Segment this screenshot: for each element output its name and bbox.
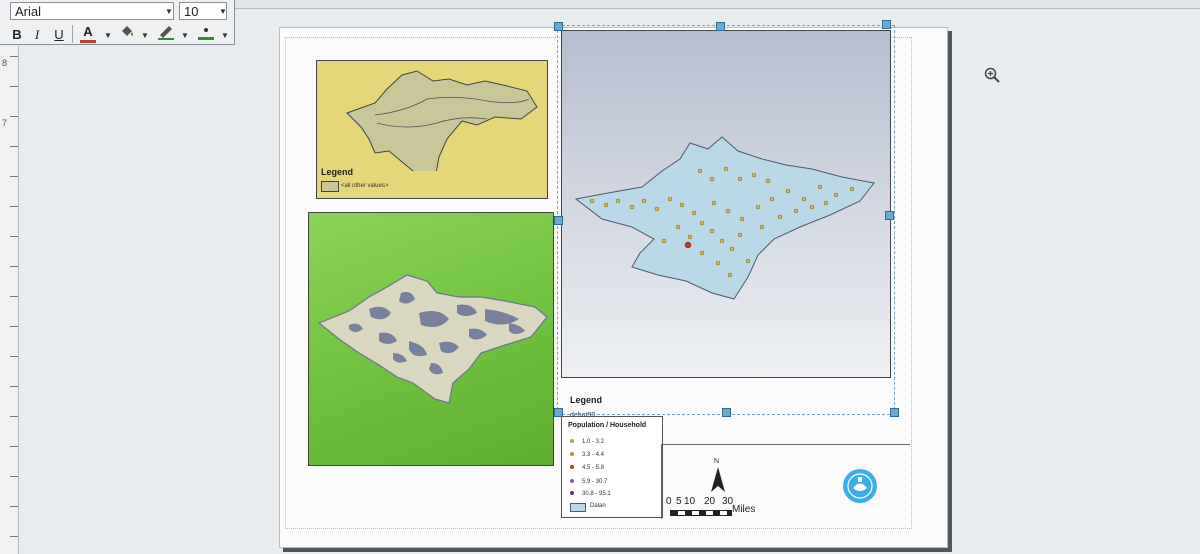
- scale-bar[interactable]: [670, 510, 732, 516]
- chevron-down-icon[interactable]: ▼: [181, 31, 189, 40]
- boundary-map: [346, 70, 538, 171]
- font-size-value: 10: [184, 4, 199, 19]
- resize-handle[interactable]: [722, 408, 731, 417]
- draw-toolbar: Arial ▼ 10 ▼ B I U A ▼ ▼ ▼ ▼: [0, 0, 235, 45]
- legend-title: Legend: [321, 167, 354, 177]
- legend-area-label: Dalan: [590, 503, 606, 509]
- university-seal-icon[interactable]: [842, 468, 878, 509]
- legend-class-row: 4.5 - 5.8: [570, 465, 604, 471]
- map-frame-boundary[interactable]: Legend <all other values>: [316, 60, 548, 199]
- selection-box: [557, 25, 895, 415]
- resize-handle[interactable]: [554, 22, 563, 31]
- map-frame-landuse[interactable]: [308, 212, 554, 466]
- font-name-select[interactable]: Arial: [10, 2, 174, 20]
- vertical-ruler: 8 7: [0, 46, 19, 554]
- resize-handle[interactable]: [885, 211, 894, 220]
- resize-handle[interactable]: [890, 408, 899, 417]
- marker-color-button[interactable]: [196, 24, 216, 44]
- legend-area-swatch: [570, 503, 586, 512]
- underline-button[interactable]: U: [52, 27, 66, 43]
- toolbar-separator: [72, 25, 73, 43]
- legend-field-name: Population / Household: [568, 422, 647, 429]
- font-color-label: A: [83, 24, 93, 39]
- legend-class-row: 3.3 - 4.4: [570, 452, 604, 458]
- legend-class-row: 30.8 - 95.1: [570, 491, 611, 497]
- font-color-button[interactable]: A: [80, 24, 96, 43]
- north-label: N: [714, 458, 720, 465]
- top-ruler: [234, 0, 1200, 9]
- line-color-button[interactable]: [156, 24, 176, 44]
- legend-class-row: 5.9 - 30.7: [570, 479, 607, 485]
- paint-bucket-icon: [122, 26, 133, 36]
- legend-item-label: <all other values>: [341, 183, 389, 189]
- fill-color-button[interactable]: [118, 25, 136, 43]
- scale-tick: 0: [666, 496, 672, 507]
- resize-handle[interactable]: [882, 20, 891, 29]
- ruler-number: 8: [2, 58, 8, 68]
- font-name-value: Arial: [15, 4, 42, 19]
- chevron-down-icon[interactable]: ▼: [165, 7, 173, 16]
- landuse-map: [317, 274, 548, 404]
- chevron-down-icon[interactable]: ▼: [221, 31, 229, 40]
- population-legend[interactable]: Population / Household 1.0 - 3.2 3.3 - 4…: [561, 416, 663, 518]
- italic-button[interactable]: I: [30, 27, 44, 43]
- marker-dot-icon: [198, 28, 214, 40]
- chevron-down-icon[interactable]: ▼: [219, 7, 227, 16]
- scale-tick: 10: [684, 496, 696, 507]
- scale-unit: Miles: [732, 504, 756, 515]
- legend-class-row: 1.0 - 3.2: [570, 439, 604, 445]
- pen-icon: [158, 26, 174, 40]
- bold-button[interactable]: B: [10, 27, 24, 43]
- scale-tick: 5: [676, 496, 682, 507]
- resize-handle[interactable]: [554, 216, 563, 225]
- chevron-down-icon[interactable]: ▼: [141, 31, 149, 40]
- zoom-in-icon[interactable]: [984, 67, 1000, 88]
- chevron-down-icon[interactable]: ▼: [104, 31, 112, 40]
- scale-tick: 20: [704, 496, 716, 507]
- resize-handle[interactable]: [716, 22, 725, 31]
- ruler-number: 7: [2, 118, 8, 128]
- legend-swatch: [321, 181, 339, 192]
